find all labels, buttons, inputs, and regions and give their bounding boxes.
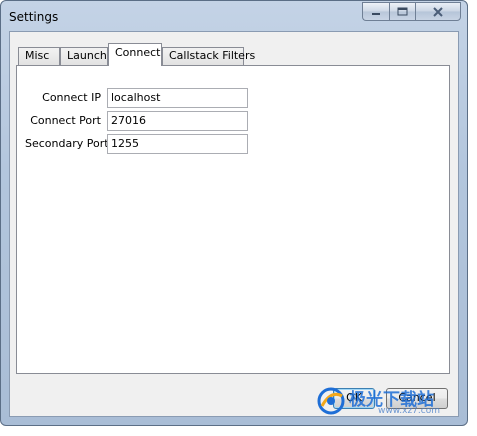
watermark-logo-icon bbox=[317, 387, 345, 415]
tab-connect[interactable]: Connect bbox=[108, 43, 162, 66]
minimize-icon bbox=[372, 12, 380, 15]
connect-port-field[interactable]: 27016 bbox=[107, 111, 248, 131]
tab-misc[interactable]: Misc bbox=[18, 47, 60, 65]
minimize-button[interactable] bbox=[362, 2, 389, 21]
caption-buttons bbox=[362, 2, 461, 22]
secondary-port-field[interactable]: 1255 bbox=[107, 134, 248, 154]
tab-callstack-filters[interactable]: Callstack Filters bbox=[162, 47, 255, 65]
dialog-client-area: Misc Launch Connect Callstack Filters Co… bbox=[9, 31, 459, 417]
maximize-button[interactable] bbox=[389, 2, 415, 21]
connect-tab-panel: Connect IP localhost Connect Port 27016 … bbox=[16, 65, 450, 374]
connect-ip-field[interactable]: localhost bbox=[107, 88, 248, 108]
connect-port-label: Connect Port bbox=[30, 114, 101, 127]
settings-window: Settings Misc Launch Connect Callstack F… bbox=[0, 0, 468, 426]
close-button[interactable] bbox=[415, 2, 461, 21]
tab-launch[interactable]: Launch bbox=[60, 47, 108, 65]
watermark-url: www.xz7.com bbox=[378, 406, 440, 416]
window-title: Settings bbox=[9, 10, 59, 24]
close-icon bbox=[433, 6, 443, 17]
maximize-icon bbox=[397, 7, 408, 16]
secondary-port-label: Secondary Port bbox=[25, 137, 109, 150]
connect-ip-label: Connect IP bbox=[42, 91, 101, 104]
title-bar[interactable]: Settings bbox=[1, 1, 467, 31]
watermark: 极光下载站 www.xz7.com bbox=[316, 384, 472, 418]
